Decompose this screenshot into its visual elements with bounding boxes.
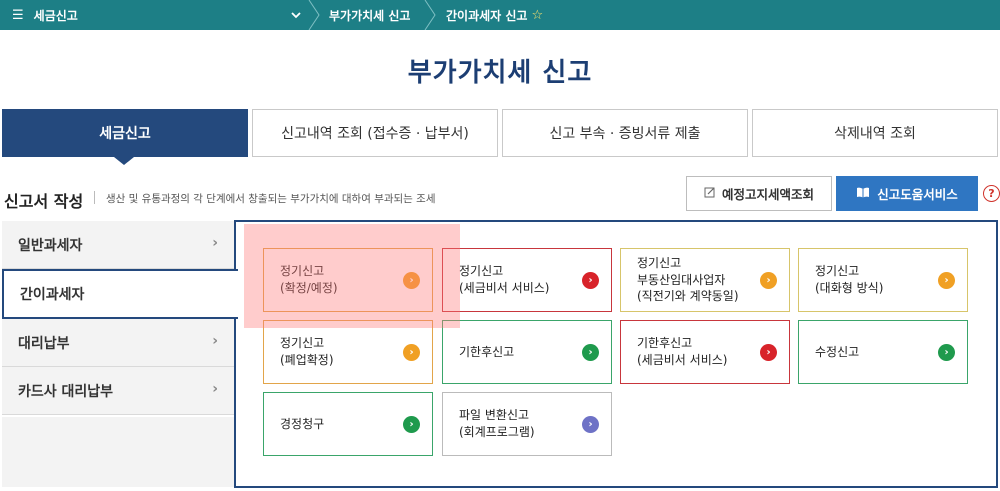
card-label: 정기신고 — [815, 264, 860, 279]
tab-attachment-submission[interactable]: 신고 부속 · 증빙서류 제출 — [502, 109, 748, 157]
card-sublabel: (대화형 방식) — [815, 281, 884, 295]
report-help-service-button[interactable]: 신고도움서비스 — [836, 176, 978, 211]
sidebar-item-label: 간이과세자 — [20, 287, 85, 303]
card-regular-report-real-estate[interactable]: 정기신고부동산임대사업자 (직전기와 계약동일) › — [620, 248, 790, 312]
card-label: 정기신고 — [280, 336, 325, 351]
tab-label: 세금신고 — [99, 126, 151, 142]
notice-tax-lookup-button[interactable]: 예정고지세액조회 — [686, 176, 832, 211]
sidebar-item-label: 일반과세자 — [18, 237, 83, 254]
button-label: 예정고지세액조회 — [721, 187, 814, 202]
card-amended-report[interactable]: 수정신고 › — [798, 320, 968, 384]
card-correction-claim[interactable]: 경정청구 › — [263, 392, 433, 456]
card-file-conversion-report[interactable]: 파일 변환신고 (회계프로그램) › — [442, 392, 612, 456]
sidebar-item-general-taxpayer[interactable]: 일반과세자 › — [2, 221, 234, 269]
edit-document-icon — [704, 186, 716, 201]
chevron-right-icon: › — [212, 333, 218, 349]
sidebar-item-label: 카드사 대리납부 — [18, 383, 114, 400]
breadcrumb-separator-icon — [423, 0, 437, 30]
tab-label: 삭제내역 조회 — [834, 126, 916, 142]
tab-label: 신고내역 조회 (접수증 · 납부서) — [281, 126, 469, 142]
card-regular-report-closure[interactable]: 정기신고 (폐업확정) › — [263, 320, 433, 384]
card-late-report[interactable]: 기한후신고 › — [442, 320, 612, 384]
button-label: 신고도움서비스 — [877, 187, 958, 202]
sidebar-item-label: 대리납부 — [18, 335, 70, 352]
tab-report-history[interactable]: 신고내역 조회 (접수증 · 납부서) — [252, 109, 498, 157]
sidebar-item-card-proxy-payment[interactable]: 카드사 대리납부 › — [2, 367, 234, 415]
arrow-right-circle-icon: › — [582, 416, 599, 433]
active-tab-pointer — [114, 157, 134, 165]
sidebar-item-proxy-payment[interactable]: 대리납부 › — [2, 319, 234, 367]
chevron-right-icon: › — [212, 235, 218, 251]
breadcrumb-vat-report[interactable]: 부가가치세 신고 — [329, 0, 410, 30]
card-label: 파일 변환신고 — [459, 408, 530, 423]
breadcrumb-label: 부가가치세 신고 — [329, 8, 411, 23]
section-title: 신고서 작성 — [4, 192, 84, 211]
card-sublabel: (세금비서 서비스) — [637, 353, 728, 367]
hamburger-icon: ☰ — [12, 7, 24, 23]
menu-button[interactable]: ☰ 세금신고 — [12, 0, 78, 30]
chevron-right-icon: › — [212, 381, 218, 397]
card-regular-report-final[interactable]: 정기신고 (확정/예정) › — [263, 248, 433, 312]
arrow-right-circle-icon: › — [760, 272, 777, 289]
arrow-right-circle-icon: › — [938, 344, 955, 361]
top-breadcrumb-bar: ☰ 세금신고 부가가치세 신고 간이과세자 신고 ☆ — [0, 0, 1000, 30]
breadcrumb-label: 간이과세자 신고 — [446, 8, 528, 23]
arrow-right-circle-icon: › — [938, 272, 955, 289]
star-outline-icon[interactable]: ☆ — [531, 8, 543, 23]
card-label: 정기신고 — [280, 264, 325, 279]
card-label: 경정청구 — [280, 416, 325, 431]
card-label: 기한후신고 — [459, 344, 515, 359]
card-sublabel: 부동산임대사업자 — [637, 272, 726, 287]
sidebar-item-simplified-taxpayer[interactable]: 간이과세자 — [2, 269, 238, 319]
book-icon — [856, 186, 870, 201]
section-divider — [94, 191, 95, 204]
card-late-report-tax-secretary[interactable]: 기한후신고 (세금비서 서비스) › — [620, 320, 790, 384]
breadcrumb-separator-icon — [307, 0, 321, 30]
card-label: 정기신고 — [459, 264, 504, 279]
menu-label: 세금신고 — [33, 8, 78, 23]
card-label: 수정신고 — [815, 344, 860, 359]
arrow-right-circle-icon: › — [403, 272, 420, 289]
card-sublabel-2: (직전기와 계약동일) — [637, 289, 739, 304]
arrow-right-circle-icon: › — [403, 344, 420, 361]
card-sublabel: (회계프로그램) — [459, 425, 535, 439]
tab-deleted-history[interactable]: 삭제내역 조회 — [752, 109, 998, 157]
page-title: 부가가치세 신고 — [407, 58, 593, 88]
arrow-right-circle-icon: › — [582, 344, 599, 361]
tab-label: 신고 부속 · 증빙서류 제출 — [549, 126, 701, 142]
arrow-right-circle-icon: › — [760, 344, 777, 361]
card-label: 기한후신고 — [637, 336, 693, 351]
tab-tax-report[interactable]: 세금신고 — [2, 109, 248, 157]
chevron-down-icon[interactable] — [291, 0, 301, 30]
card-sublabel: (확정/예정) — [280, 281, 338, 295]
card-regular-report-tax-secretary[interactable]: 정기신고 (세금비서 서비스) › — [442, 248, 612, 312]
section-description: 생산 및 유통과정의 각 단계에서 창출되는 부가가치에 대하여 부과되는 조세 — [106, 193, 436, 205]
card-sublabel: (폐업확정) — [280, 353, 334, 367]
sidebar-empty-area — [2, 417, 234, 487]
help-question-icon[interactable]: ? — [983, 185, 1000, 202]
breadcrumb-simplified-taxpayer[interactable]: 간이과세자 신고 ☆ — [446, 0, 543, 30]
arrow-right-circle-icon: › — [403, 416, 420, 433]
card-regular-report-interactive[interactable]: 정기신고 (대화형 방식) › — [798, 248, 968, 312]
card-sublabel: (세금비서 서비스) — [459, 281, 550, 295]
card-label: 정기신고 — [637, 255, 682, 270]
arrow-right-circle-icon: › — [582, 272, 599, 289]
